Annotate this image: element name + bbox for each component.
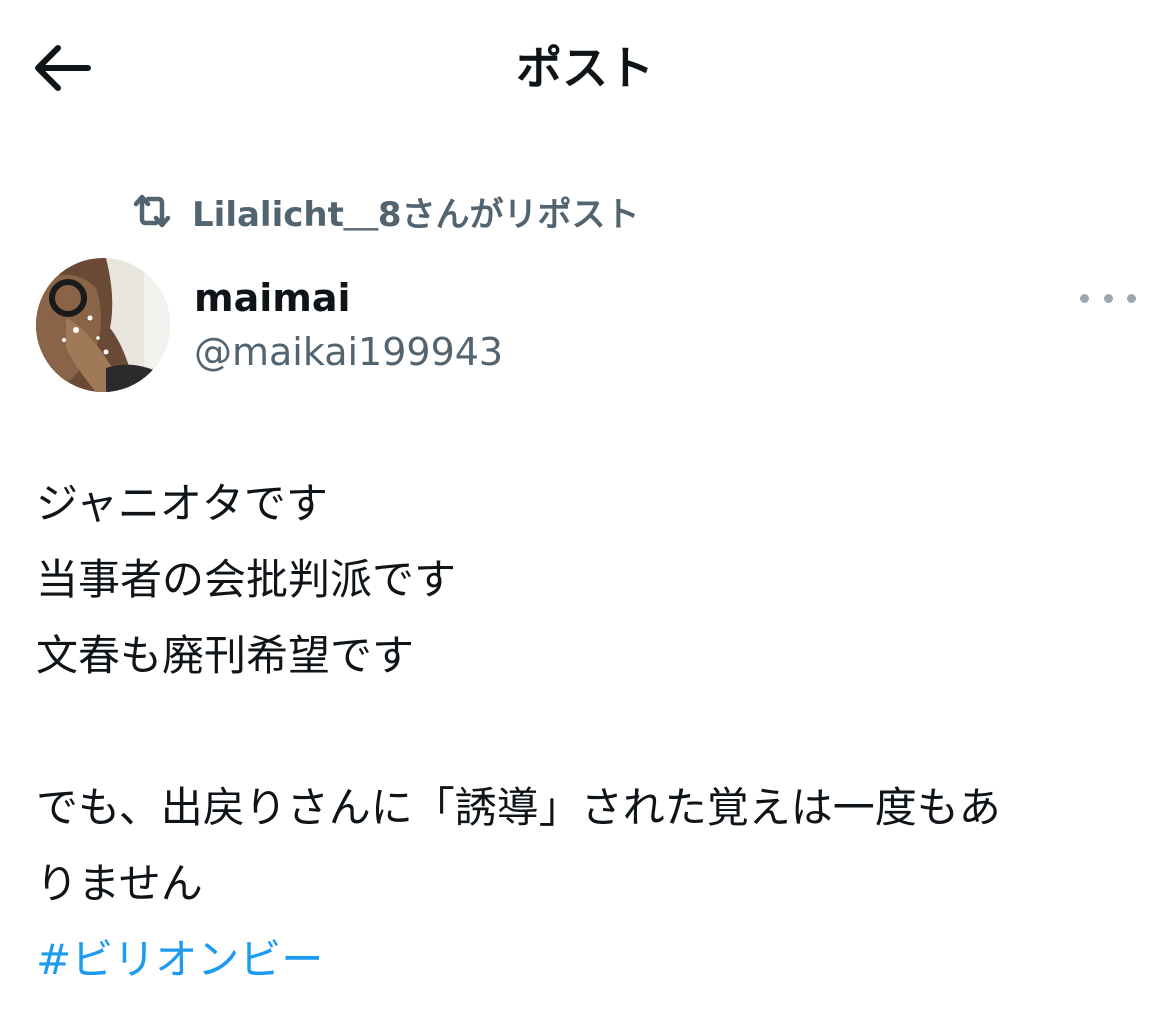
more-options-button[interactable] [1080, 280, 1136, 316]
author-handle[interactable]: @maikai199943 [194, 328, 503, 376]
post-text: ジャニオタです 当事者の会批判派です 文春も廃刊希望です でも、出戻りさんに「誘… [36, 466, 1136, 998]
top-bar: ポスト [0, 0, 1170, 135]
post-line [36, 694, 1136, 770]
post-line: でも、出戻りさんに「誘導」された覚えは一度もあ [36, 783, 1001, 832]
post-line: 当事者の会批判派です [36, 555, 457, 604]
author-display-name[interactable]: maimai [194, 274, 351, 322]
page-title: ポスト [516, 41, 654, 95]
more-dot [1127, 293, 1136, 303]
more-horizontal-icon [1080, 293, 1089, 303]
post-line: りません [36, 859, 203, 908]
hashtag-link[interactable]: #ビリオンビー [36, 935, 323, 984]
more-dot [1103, 293, 1113, 303]
post-line: 文春も廃刊希望です [36, 631, 415, 680]
repost-indicator[interactable]: Lilalicht＿8さんがリポスト [130, 188, 640, 235]
repost-icon [130, 191, 174, 231]
avatar[interactable] [36, 258, 170, 392]
repost-text: Lilalicht＿8さんがリポスト [192, 194, 640, 235]
post-line: ジャニオタです [36, 479, 328, 528]
